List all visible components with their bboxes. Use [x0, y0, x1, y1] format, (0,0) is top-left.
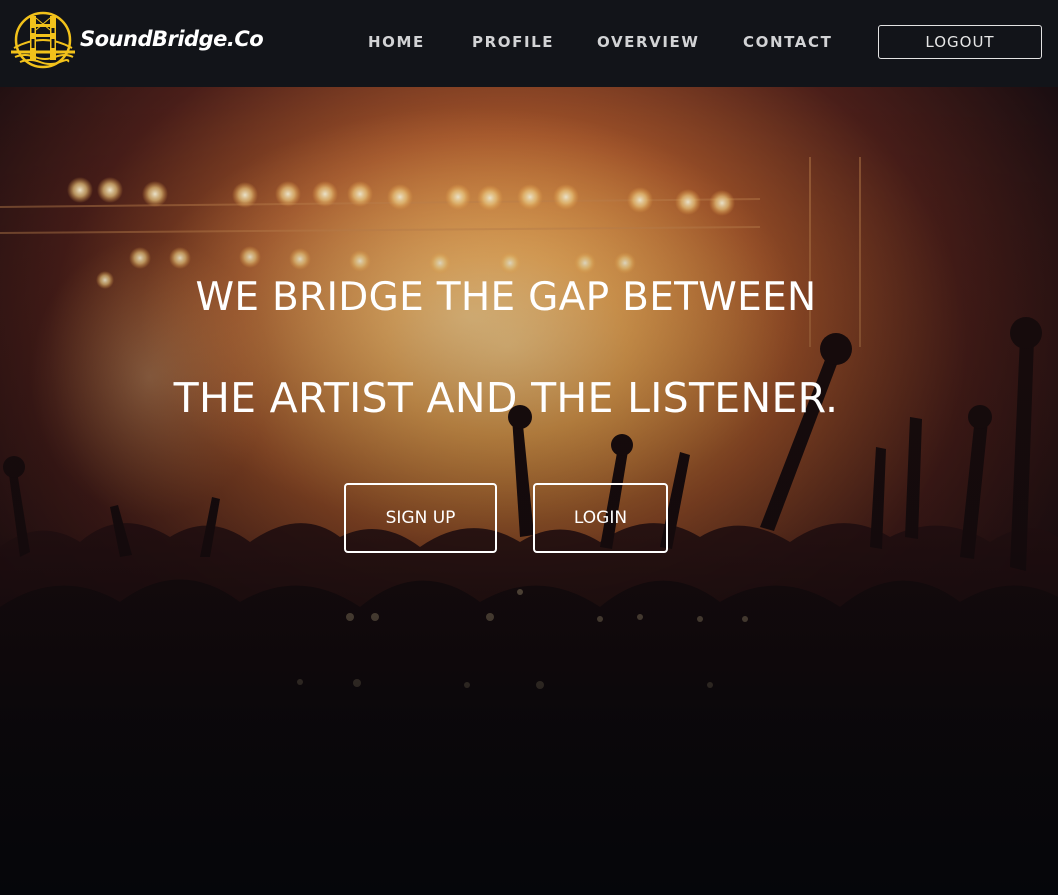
nav-link-profile[interactable]: PROFILE: [472, 33, 554, 51]
login-button[interactable]: LOGIN: [533, 483, 668, 553]
nav-link-contact[interactable]: CONTACT: [743, 33, 832, 51]
concert-crowd-background-image: [0, 87, 1058, 895]
hero-headline-line-1: WE BRIDGE THE GAP BETWEEN: [195, 275, 817, 320]
top-navbar: SoundBridge.Co HOME PROFILE OVERVIEW CON…: [0, 0, 1058, 87]
hero-section: WE BRIDGE THE GAP BETWEEN THE ARTIST AND…: [0, 87, 1058, 895]
golden-gate-bridge-logo-icon[interactable]: [10, 10, 76, 70]
hero-headline-line-2: THE ARTIST AND THE LISTENER.: [173, 374, 839, 422]
sign-up-button[interactable]: SIGN UP: [344, 483, 497, 553]
brand[interactable]: SoundBridge.Co: [10, 10, 264, 70]
brand-name[interactable]: SoundBridge.Co: [80, 27, 264, 51]
nav-link-home[interactable]: HOME: [368, 33, 425, 51]
nav-link-overview[interactable]: OVERVIEW: [597, 33, 700, 51]
logout-button[interactable]: LOGOUT: [878, 25, 1042, 59]
